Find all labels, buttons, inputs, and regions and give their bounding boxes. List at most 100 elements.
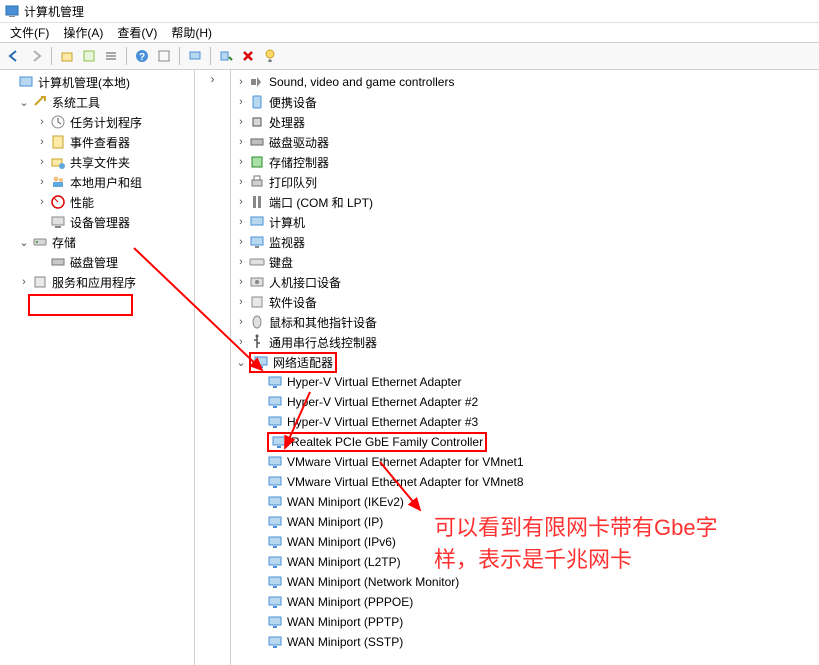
category-item[interactable]: ›计算机 (231, 212, 819, 232)
menu-action[interactable]: 操作(A) (57, 22, 109, 43)
adapter-item[interactable]: WAN Miniport (Network Monitor) (231, 572, 819, 592)
chevron-right-icon[interactable]: › (34, 196, 50, 208)
adapter-item[interactable]: WAN Miniport (IP) (231, 512, 819, 532)
monitor-button[interactable] (185, 46, 205, 66)
remove-button[interactable] (238, 46, 258, 66)
chevron-right-icon[interactable]: › (233, 336, 249, 348)
adapter-item[interactable]: Hyper-V Virtual Ethernet Adapter #3 (231, 412, 819, 432)
item-event-viewer[interactable]: › 事件查看器 (0, 132, 194, 152)
titlebar: 计算机管理 (0, 0, 819, 22)
category-item[interactable]: ›通用串行总线控制器 (231, 332, 819, 352)
adapter-item[interactable]: Hyper-V Virtual Ethernet Adapter (231, 372, 819, 392)
chevron-right-icon[interactable]: › (233, 316, 249, 328)
up-button[interactable] (57, 46, 77, 66)
item-performance[interactable]: ›性能 (0, 192, 194, 212)
adapter-item[interactable]: WAN Miniport (IPv6) (231, 532, 819, 552)
item-local-users[interactable]: ›本地用户和组 (0, 172, 194, 192)
chevron-right-icon[interactable]: › (233, 116, 249, 128)
adapter-label: Realtek PCIe GbE Family Controller (291, 435, 483, 449)
monitor-icon (249, 234, 265, 250)
item-task-scheduler[interactable]: ›任务计划程序 (0, 112, 194, 132)
item-shared-folders[interactable]: › 共享文件夹 (0, 152, 194, 172)
category-item[interactable]: ›处理器 (231, 112, 819, 132)
category-item[interactable]: ›键盘 (231, 252, 819, 272)
menu-file[interactable]: 文件(F) (4, 22, 55, 43)
chevron-right-icon[interactable]: › (233, 276, 249, 288)
category-network-adapters[interactable]: ⌄ 网络适配器 (231, 352, 819, 372)
help-button[interactable]: ? (132, 46, 152, 66)
category-item[interactable]: ›磁盘驱动器 (231, 132, 819, 152)
item-label: 共享文件夹 (70, 154, 130, 171)
chevron-right-icon[interactable]: › (233, 176, 249, 188)
adapter-label: WAN Miniport (SSTP) (287, 635, 403, 649)
chevron-right-icon[interactable]: › (34, 156, 50, 168)
adapter-label: Hyper-V Virtual Ethernet Adapter (287, 375, 462, 389)
group-storage[interactable]: ⌄ 存储 (0, 232, 194, 252)
app-icon (4, 3, 20, 19)
chevron-down-icon[interactable]: ⌄ (16, 96, 32, 109)
adapter-item[interactable]: WAN Miniport (PPTP) (231, 612, 819, 632)
nic-icon (267, 514, 283, 530)
chevron-right-icon[interactable]: › (233, 216, 249, 228)
users-icon (50, 174, 66, 190)
category-item[interactable]: ›端口 (COM 和 LPT) (231, 192, 819, 212)
chevron-down-icon[interactable]: ⌄ (16, 236, 32, 249)
category-label: Sound, video and game controllers (269, 75, 454, 89)
adapter-item[interactable]: VMware Virtual Ethernet Adapter for VMne… (231, 452, 819, 472)
category-item[interactable]: › 监视器 (231, 232, 819, 252)
chevron-right-icon[interactable]: › (233, 96, 249, 108)
more-button[interactable] (260, 46, 280, 66)
item-label: 事件查看器 (70, 134, 130, 151)
scan-button[interactable] (216, 46, 236, 66)
list-button[interactable] (101, 46, 121, 66)
adapter-item[interactable]: VMware Virtual Ethernet Adapter for VMne… (231, 472, 819, 492)
item-label: 磁盘管理 (70, 254, 118, 271)
chevron-right-icon[interactable]: › (233, 256, 249, 268)
adapter-item[interactable]: WAN Miniport (IKEv2) (231, 492, 819, 512)
nic-icon (267, 634, 283, 650)
root-node[interactable]: 计算机管理(本地) (0, 72, 194, 92)
chevron-right-icon[interactable]: › (34, 116, 50, 128)
category-item[interactable]: ›软件设备 (231, 292, 819, 312)
adapter-item[interactable]: WAN Miniport (SSTP) (231, 632, 819, 652)
item-disk-mgmt[interactable]: 磁盘管理 (0, 252, 194, 272)
category-item[interactable]: › Sound, video and game controllers (231, 72, 819, 92)
adapter-item[interactable]: Hyper-V Virtual Ethernet Adapter #2 (231, 392, 819, 412)
adapter-label: WAN Miniport (IKEv2) (287, 495, 404, 509)
chevron-right-icon[interactable]: › (16, 276, 32, 288)
category-item[interactable]: ›存储控制器 (231, 152, 819, 172)
group-services[interactable]: › 服务和应用程序 (0, 272, 194, 292)
chevron-right-icon[interactable]: › (233, 136, 249, 148)
chevron-right-icon[interactable]: › (233, 196, 249, 208)
chevron-right-icon[interactable]: › (233, 296, 249, 308)
chevron-right-icon[interactable]: › (233, 156, 249, 168)
properties-button[interactable] (79, 46, 99, 66)
category-item[interactable]: › 便携设备 (231, 92, 819, 112)
chevron-right-icon[interactable]: › (34, 136, 50, 148)
chevron-right-icon[interactable]: › (233, 76, 249, 88)
menu-help[interactable]: 帮助(H) (165, 22, 218, 43)
tree-toggle[interactable]: › (195, 72, 230, 86)
printer-icon (249, 174, 265, 190)
group-system-tools[interactable]: ⌄ 系统工具 (0, 92, 194, 112)
chevron-down-icon[interactable]: ⌄ (233, 356, 249, 369)
adapter-item[interactable]: WAN Miniport (L2TP) (231, 552, 819, 572)
category-label: 便携设备 (269, 94, 317, 111)
share-icon (50, 154, 66, 170)
menu-view[interactable]: 查看(V) (111, 22, 163, 43)
category-label: 监视器 (269, 234, 305, 251)
chevron-right-icon[interactable]: › (233, 236, 249, 248)
category-item[interactable]: ›鼠标和其他指针设备 (231, 312, 819, 332)
category-item[interactable]: ›打印队列 (231, 172, 819, 192)
back-button[interactable] (4, 46, 24, 66)
mid-pane: › (195, 70, 231, 665)
nic-icon (267, 414, 283, 430)
adapter-item[interactable]: WAN Miniport (PPPOE) (231, 592, 819, 612)
adapter-item[interactable]: Realtek PCIe GbE Family Controller (231, 432, 819, 452)
chevron-right-icon[interactable]: › (34, 176, 50, 188)
root-label: 计算机管理(本地) (38, 74, 130, 91)
item-device-manager[interactable]: 设备管理器 (0, 212, 194, 232)
refresh-button[interactable] (154, 46, 174, 66)
forward-button[interactable] (26, 46, 46, 66)
category-item[interactable]: ›人机接口设备 (231, 272, 819, 292)
